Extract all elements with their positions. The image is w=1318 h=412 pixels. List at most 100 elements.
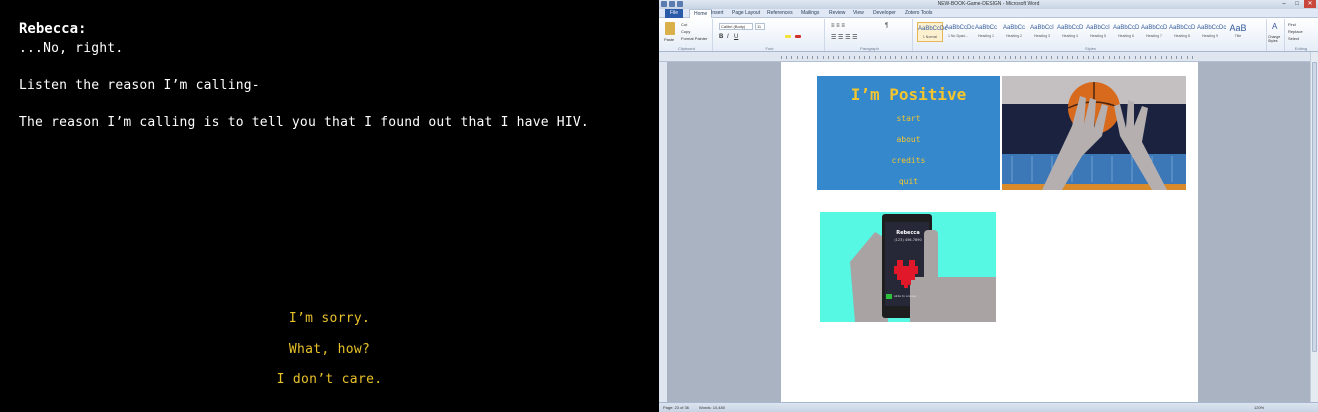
vertical-ruler[interactable] xyxy=(659,62,667,402)
bold-button[interactable]: B xyxy=(719,34,723,40)
ruler-tick xyxy=(1134,56,1136,59)
ruler-tick xyxy=(1129,56,1131,59)
group-label: Editing xyxy=(1294,46,1308,51)
choice-what-how[interactable]: What, how? xyxy=(0,342,659,357)
basketball-screenshot xyxy=(1002,76,1186,190)
minimize-button[interactable]: – xyxy=(1278,0,1290,8)
paragraph-group: ≡ ≡ ≡ ☰ ☰ ☰ ☰ ¶ Paragraph xyxy=(827,19,913,51)
style-heading-1[interactable]: AaBbCc Heading 1 xyxy=(973,22,999,42)
document-page[interactable]: I’m Positive start about credits quit Re… xyxy=(781,62,1198,402)
ruler-tick xyxy=(957,56,959,59)
find-button[interactable]: Find xyxy=(1288,22,1296,27)
change-styles-icon[interactable]: A xyxy=(1272,22,1277,31)
tab-zotero-tools[interactable]: Zotero Tools xyxy=(905,9,932,18)
underline-button[interactable]: U xyxy=(734,34,738,40)
ruler-tick xyxy=(874,56,876,59)
tab-file[interactable]: File xyxy=(665,9,684,18)
ruler-tick xyxy=(817,56,819,59)
font-name-select[interactable]: Calibri (Body) xyxy=(719,23,753,30)
style-heading-9[interactable]: AaBbCcDc Heading 9 xyxy=(1197,22,1226,42)
ruler-tick xyxy=(827,56,829,59)
style-heading-3[interactable]: AaBbCcI Heading 3 xyxy=(1029,22,1055,42)
style-no-spacing[interactable]: AaBbCcDc 1 No Spaci... xyxy=(945,22,974,42)
style-title[interactable]: AaB Title xyxy=(1225,22,1251,42)
slide-to-answer: slide to answer xyxy=(894,294,917,298)
tab-review[interactable]: Review xyxy=(829,9,845,18)
bullets-icon[interactable]: ≡ ≡ ≡ xyxy=(831,23,845,29)
tab-mailings[interactable]: Mailings xyxy=(801,9,819,18)
align-icon[interactable]: ☰ ☰ ☰ ☰ xyxy=(831,34,858,41)
tab-references[interactable]: References xyxy=(767,9,793,18)
tab-insert[interactable]: Insert xyxy=(711,9,724,18)
ruler-tick xyxy=(1030,56,1032,59)
font-color-icon[interactable] xyxy=(795,35,801,38)
ruler-tick xyxy=(1072,56,1074,59)
ruler-tick xyxy=(989,56,990,59)
scroll-thumb[interactable] xyxy=(1312,62,1317,352)
style-heading-4[interactable]: AaBbCcD Heading 4 xyxy=(1057,22,1083,42)
tab-page-layout[interactable]: Page Layout xyxy=(732,9,760,18)
ruler-tick xyxy=(1015,56,1016,59)
cut-button[interactable]: Cut xyxy=(681,22,687,27)
ruler-tick xyxy=(822,56,824,59)
caller-name: Rebecca xyxy=(896,230,920,236)
ruler-tick xyxy=(864,56,866,59)
ruler-tick xyxy=(999,56,1001,59)
ruler-tick xyxy=(1160,56,1162,59)
ruler-tick xyxy=(885,56,886,59)
ruler-tick xyxy=(895,56,897,59)
pilcrow-icon[interactable]: ¶ xyxy=(885,23,888,29)
clipboard-group: Paste Cut Copy Format Painter Clipboard xyxy=(661,19,713,51)
maximize-button[interactable]: □ xyxy=(1291,0,1303,8)
style-heading-8[interactable]: AaBbCcD Heading 8 xyxy=(1169,22,1195,42)
paste-icon[interactable] xyxy=(665,22,675,35)
zoom-level[interactable]: 120% xyxy=(1254,403,1264,412)
phone-illustration xyxy=(820,212,996,322)
ruler-tick xyxy=(947,56,949,59)
format-painter-button[interactable]: Format Painter xyxy=(681,36,707,41)
status-bar: Page: 23 of 36 Words: 10,480 120% xyxy=(659,402,1318,412)
choice-im-sorry[interactable]: I’m sorry. xyxy=(0,311,659,326)
italic-button[interactable]: I xyxy=(727,34,729,40)
highlight-icon[interactable] xyxy=(785,35,791,38)
ruler-tick xyxy=(1082,56,1084,59)
ruler-tick xyxy=(952,56,954,59)
ruler-tick xyxy=(1087,56,1089,59)
change-styles-button[interactable]: Change Styles xyxy=(1268,35,1285,43)
style-heading-2[interactable]: AaBbCc Heading 2 xyxy=(1001,22,1027,42)
ruler-tick xyxy=(1113,56,1115,59)
game-dialog-screen: Rebecca: ...No, right. Listen the reason… xyxy=(0,0,659,412)
ruler-tick xyxy=(1155,56,1157,59)
style-heading-6[interactable]: AaBbCcD Heading 6 xyxy=(1113,22,1139,42)
ruler-tick xyxy=(859,56,860,59)
choice-i-dont-care[interactable]: I don’t care. xyxy=(0,372,659,387)
ruler-tick xyxy=(1051,56,1053,59)
ruler-tick xyxy=(1191,56,1193,59)
style-normal[interactable]: AaBbCcDc 1 Normal xyxy=(917,22,947,42)
ruler-tick xyxy=(1020,56,1022,59)
copy-button[interactable]: Copy xyxy=(681,29,690,34)
vertical-scrollbar[interactable] xyxy=(1310,52,1318,402)
ruler-tick xyxy=(812,56,814,59)
tab-home[interactable]: Home xyxy=(689,9,713,18)
horizontal-ruler[interactable] xyxy=(659,52,1318,62)
tab-view[interactable]: View xyxy=(853,9,864,18)
style-heading-5[interactable]: AaBbCcI Heading 5 xyxy=(1085,22,1111,42)
tab-developer[interactable]: Developer xyxy=(873,9,896,18)
close-button[interactable]: ✕ xyxy=(1304,0,1316,8)
paste-button[interactable]: Paste xyxy=(664,37,674,42)
ruler-tick xyxy=(869,56,871,59)
group-label: Clipboard xyxy=(677,46,696,51)
ruler-tick xyxy=(1124,56,1126,59)
ruler-tick xyxy=(791,56,793,59)
font-size-select[interactable]: 11 xyxy=(755,23,765,30)
replace-button[interactable]: Replace xyxy=(1288,29,1303,34)
ruler-tick xyxy=(916,56,918,59)
select-button[interactable]: Select xyxy=(1288,36,1299,41)
ruler-tick xyxy=(1139,56,1141,59)
title-menu-screenshot: I’m Positive start about credits quit xyxy=(817,76,1000,190)
ruler-tick xyxy=(973,56,975,59)
page-count[interactable]: Page: 23 of 36 xyxy=(663,403,689,412)
style-heading-7[interactable]: AaBbCcD Heading 7 xyxy=(1141,22,1167,42)
word-count[interactable]: Words: 10,480 xyxy=(699,403,725,412)
